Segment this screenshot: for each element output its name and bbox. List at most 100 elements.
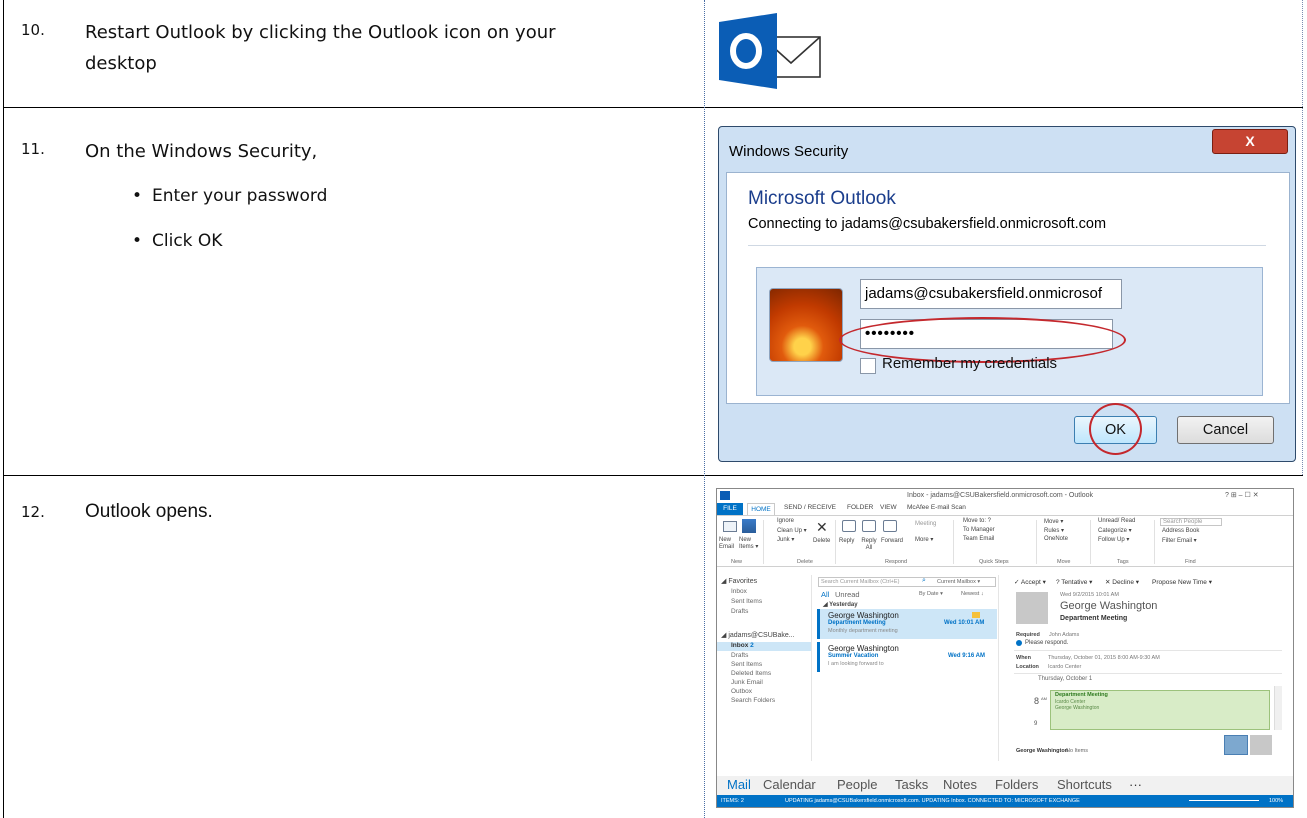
categorize-button[interactable]: Categorize ▾ <box>1098 527 1132 534</box>
username-field[interactable]: jadams@csubakersfield.onmicrosof <box>860 279 1122 309</box>
cancel-button[interactable]: Cancel <box>1177 416 1274 444</box>
new-items-button[interactable]: New Items ▾ <box>739 537 759 551</box>
ok-highlight-circle <box>1089 403 1142 455</box>
remember-label: Remember my credentials <box>882 355 1058 372</box>
meeting-subject: Department Meeting <box>1060 615 1128 622</box>
ribbon-separator <box>763 520 764 564</box>
credential-tile: jadams@csubakersfield.onmicrosof •••••••… <box>756 267 1263 396</box>
column-divider <box>704 0 705 818</box>
nav-shortcuts[interactable]: Shortcuts <box>1057 777 1112 792</box>
delete-button[interactable]: Delete <box>813 538 830 544</box>
quick-step-to-manager[interactable]: To Manager <box>963 527 995 533</box>
ribbon-separator <box>1090 520 1091 564</box>
folder-item[interactable]: Inbox <box>731 588 747 595</box>
row-divider-1 <box>3 107 1303 108</box>
quick-step-team-email[interactable]: Team Email <box>963 536 994 542</box>
folder-pane: ◢ Favorites Inbox Sent Items Drafts ◢ ja… <box>717 575 812 761</box>
rules-button[interactable]: Rules ▾ <box>1044 527 1064 534</box>
filter-email-button[interactable]: Filter Email ▾ <box>1162 537 1197 544</box>
nav-folders[interactable]: Folders <box>995 777 1038 792</box>
tab-view[interactable]: VIEW <box>880 504 897 511</box>
remember-checkbox[interactable] <box>860 358 876 374</box>
folder-item[interactable]: Search Folders <box>731 697 775 704</box>
account-header[interactable]: ◢ jadams@CSUBake... <box>721 631 795 639</box>
message-time: Wed 10:01 AM <box>944 620 985 626</box>
group-header[interactable]: ◢ Yesterday <box>823 601 858 608</box>
sort-by-date[interactable]: By Date ▾ <box>919 591 943 597</box>
quick-step-move-to[interactable]: Move to: ? <box>963 518 991 524</box>
new-email-icon <box>723 521 737 532</box>
tab-send-receive[interactable]: SEND / RECEIVE <box>784 504 836 511</box>
message-preview: I am looking forward to <box>828 661 884 667</box>
junk-button[interactable]: Junk ▾ <box>777 536 794 543</box>
unread-read-button[interactable]: Unread/ Read <box>1098 518 1135 524</box>
mailbox-search-input[interactable]: Search Current Mailbox (Ctrl+E) ⌕ Curren… <box>818 577 996 587</box>
meeting-button[interactable]: Meeting <box>915 521 936 527</box>
outlook-window: Inbox - jadams@CSUBakersfield.onmicrosof… <box>716 488 1294 808</box>
address-book-button[interactable]: Address Book <box>1162 528 1199 534</box>
sender-name: George Washington <box>1060 600 1158 612</box>
favorites-header[interactable]: ◢ Favorites <box>721 577 757 585</box>
outlook-icon[interactable] <box>717 13 823 89</box>
more-button[interactable]: More ▾ <box>915 536 933 543</box>
window-controls[interactable]: ? ⊞ – ☐ ✕ <box>1225 491 1259 499</box>
follow-up-button[interactable]: Follow Up ▾ <box>1098 536 1129 543</box>
status-updating: UPDATING jadams@CSUBakersfield.onmicroso… <box>785 798 1080 804</box>
inbox-folder[interactable]: Inbox 2 <box>731 642 754 649</box>
dialog-heading: Microsoft Outlook <box>748 188 896 209</box>
nav-notes[interactable]: Notes <box>943 777 977 792</box>
folder-item[interactable]: Junk Email <box>731 679 763 686</box>
folder-item[interactable]: Drafts <box>731 608 748 615</box>
clean-up-button[interactable]: Clean Up ▾ <box>777 527 807 534</box>
zoom-level: 100% <box>1269 798 1284 804</box>
tab-mcafee[interactable]: McAfee E-mail Scan <box>907 504 966 511</box>
accept-button[interactable]: ✓ Accept ▾ <box>1014 578 1046 586</box>
tab-folder[interactable]: FOLDER <box>847 504 873 511</box>
search-scope[interactable]: Current Mailbox ▾ <box>937 579 980 585</box>
reply-button[interactable]: Reply <box>839 538 854 544</box>
propose-time-button[interactable]: Propose New Time ▾ <box>1152 578 1212 586</box>
calendar-scrollbar[interactable] <box>1274 686 1282 730</box>
filter-unread[interactable]: Unread <box>835 590 860 599</box>
nav-tasks[interactable]: Tasks <box>895 777 928 792</box>
ignore-button[interactable]: Ignore <box>777 518 794 524</box>
nav-mail[interactable]: Mail <box>727 777 751 792</box>
required-label: Required <box>1016 632 1040 638</box>
inbox-label: Inbox <box>731 642 749 649</box>
nav-calendar[interactable]: Calendar <box>763 777 816 792</box>
folder-item[interactable]: Sent Items <box>731 598 762 605</box>
move-button[interactable]: Move ▾ <box>1044 518 1063 525</box>
dialog-title: Windows Security <box>729 143 849 160</box>
location-value: Icardo Center <box>1048 664 1082 670</box>
zoom-slider[interactable] <box>1189 800 1259 801</box>
people-photo-icon <box>1224 735 1248 755</box>
instruction-table: 10. Restart Outlook by clicking the Outl… <box>0 0 1307 818</box>
nav-people[interactable]: People <box>837 777 877 792</box>
folder-item[interactable]: Deleted Items <box>731 670 771 677</box>
flag-icon <box>972 612 980 618</box>
forward-button[interactable]: Forward <box>881 538 903 544</box>
reply-all-button[interactable]: Reply All <box>861 538 877 552</box>
onenote-button[interactable]: OneNote <box>1044 536 1068 542</box>
details-separator <box>1014 650 1282 651</box>
message-item[interactable]: George Washington Summer Vacation Wed 9:… <box>817 642 997 672</box>
tab-home[interactable]: HOME <box>747 503 775 515</box>
nav-more[interactable]: ··· <box>1129 777 1142 792</box>
filter-all[interactable]: All <box>821 590 829 599</box>
sent-time: Wed 9/2/2015 10:01 AM <box>1060 592 1119 598</box>
message-subject: Department Meeting <box>828 620 886 626</box>
new-email-button[interactable]: New Email <box>719 537 737 551</box>
folder-item[interactable]: Outbox <box>731 688 752 695</box>
sort-order[interactable]: Newest ↓ <box>961 591 984 597</box>
message-item-selected[interactable]: George Washington Department Meeting Wed… <box>817 609 997 639</box>
user-avatar <box>769 288 843 362</box>
folder-item[interactable]: Sent Items <box>731 661 762 668</box>
calendar-event[interactable]: Department Meeting Icardo Center George … <box>1050 690 1270 730</box>
reading-pane: ✓ Accept ▾ ? Tentative ▾ ✕ Decline ▾ Pro… <box>1004 575 1293 761</box>
folder-item[interactable]: Drafts <box>731 652 748 659</box>
tentative-button[interactable]: ? Tentative ▾ <box>1056 578 1092 586</box>
search-people-input[interactable]: Search People <box>1160 518 1222 526</box>
tab-file[interactable]: FILE <box>717 503 743 515</box>
close-button[interactable]: X <box>1212 129 1288 154</box>
decline-button[interactable]: ✕ Decline ▾ <box>1105 578 1139 586</box>
